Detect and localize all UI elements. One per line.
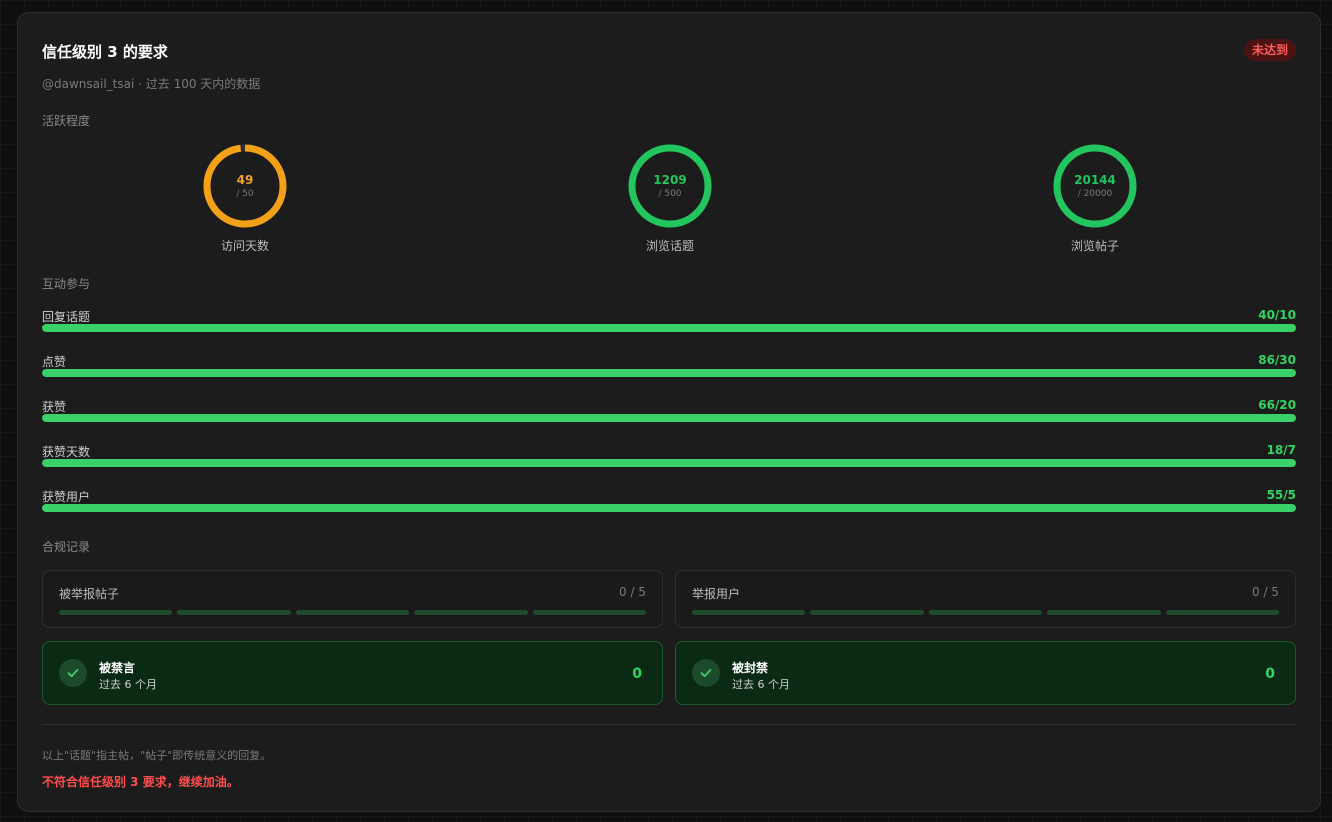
bar-label: 获赞	[42, 400, 67, 414]
segment	[532, 610, 647, 615]
segment	[692, 610, 806, 615]
bar-value: 40/10	[1258, 308, 1296, 322]
ring-value: 20144	[1074, 173, 1116, 187]
bar-fill	[42, 369, 1296, 377]
verdict-text: 不符合信任级别 3 要求，继续加油。	[42, 775, 239, 789]
segment	[810, 610, 924, 615]
segment-meter	[59, 610, 647, 615]
segment	[414, 610, 528, 615]
bar-likes-received: 获赞 66/20	[42, 398, 1296, 422]
status-count: 0	[1265, 666, 1275, 682]
ring-value: 49	[236, 173, 254, 187]
bar-fill	[42, 504, 1296, 512]
progress-ring: 20144 / 20000	[1052, 143, 1138, 229]
bar-track	[42, 414, 1296, 422]
ring-target: / 20000	[1077, 189, 1113, 199]
bar-track	[42, 369, 1296, 377]
subtitle: @dawnsail_tsai · 过去 100 天内的数据	[42, 77, 261, 91]
bar-fill	[42, 414, 1296, 422]
segment	[177, 610, 291, 615]
bar-label: 点赞	[42, 355, 67, 369]
check-icon	[692, 659, 720, 687]
status-period: 过去 6 个月	[99, 678, 157, 691]
page-title: 信任级别 3 的要求	[42, 43, 168, 61]
comp-label: 举报用户	[692, 587, 741, 601]
status-title: 被禁言	[99, 661, 136, 675]
bar-liked-days: 获赞天数 18/7	[42, 443, 1296, 467]
ring-target: / 500	[658, 189, 682, 199]
engagement-section-label: 互动参与	[42, 277, 91, 291]
flagged-posts-box: 被举报帖子 0 / 5	[42, 570, 663, 628]
bar-value: 66/20	[1258, 398, 1296, 412]
comp-count: 0 / 5	[1252, 585, 1279, 599]
segment-meter	[692, 610, 1280, 615]
ring-posts-read: 20144 / 20000 浏览帖子	[1030, 143, 1160, 254]
bar-label: 获赞天数	[42, 445, 91, 459]
segment	[295, 610, 410, 615]
ring-label: 访问天数	[220, 239, 269, 253]
bar-likes-given: 点赞 86/30	[42, 353, 1296, 377]
divider	[42, 724, 1296, 725]
bar-track	[42, 504, 1296, 512]
ring-target: / 50	[236, 189, 254, 199]
bar-fill	[42, 459, 1296, 467]
comp-count: 0 / 5	[619, 585, 646, 599]
ring-label: 浏览话题	[645, 239, 694, 253]
bar-value: 18/7	[1266, 443, 1296, 457]
activity-section-label: 活跃程度	[42, 114, 91, 128]
flagged-by-users-box: 举报用户 0 / 5	[675, 570, 1296, 628]
bar-fill	[42, 324, 1296, 332]
status-title: 被封禁	[732, 661, 769, 675]
progress-ring: 1209 / 500	[627, 143, 713, 229]
bar-track	[42, 324, 1296, 332]
bar-track	[42, 459, 1296, 467]
check-icon	[59, 659, 87, 687]
bar-liked-by-users: 获赞用户 55/5	[42, 488, 1296, 512]
silenced-box: 被禁言 过去 6 个月 0	[42, 641, 663, 705]
bar-replies: 回复话题 40/10	[42, 308, 1296, 332]
segment	[59, 610, 173, 615]
ring-topics-viewed: 1209 / 500 浏览话题	[605, 143, 735, 254]
segment	[1047, 610, 1161, 615]
status-period: 过去 6 个月	[732, 678, 790, 691]
bar-label: 回复话题	[42, 310, 91, 324]
progress-ring: 49 / 50	[202, 143, 288, 229]
ring-value: 1209	[653, 173, 687, 187]
suspended-box: 被封禁 过去 6 个月 0	[675, 641, 1296, 705]
bar-label: 获赞用户	[42, 490, 91, 504]
status-badge: 未达到	[1243, 39, 1296, 61]
segment	[928, 610, 1043, 615]
trust-level-card: 信任级别 3 的要求 未达到 @dawnsail_tsai · 过去 100 天…	[17, 12, 1321, 812]
bar-value: 86/30	[1258, 353, 1296, 367]
ring-visit-days: 49 / 50 访问天数	[180, 143, 310, 254]
bar-value: 55/5	[1266, 488, 1296, 502]
footnote: 以上"话题"指主帖，"帖子"即传统意义的回复。	[42, 749, 272, 762]
segment	[1165, 610, 1280, 615]
comp-label: 被举报帖子	[59, 587, 120, 601]
status-count: 0	[632, 666, 642, 682]
ring-label: 浏览帖子	[1070, 239, 1119, 253]
compliance-section-label: 合规记录	[42, 540, 91, 554]
